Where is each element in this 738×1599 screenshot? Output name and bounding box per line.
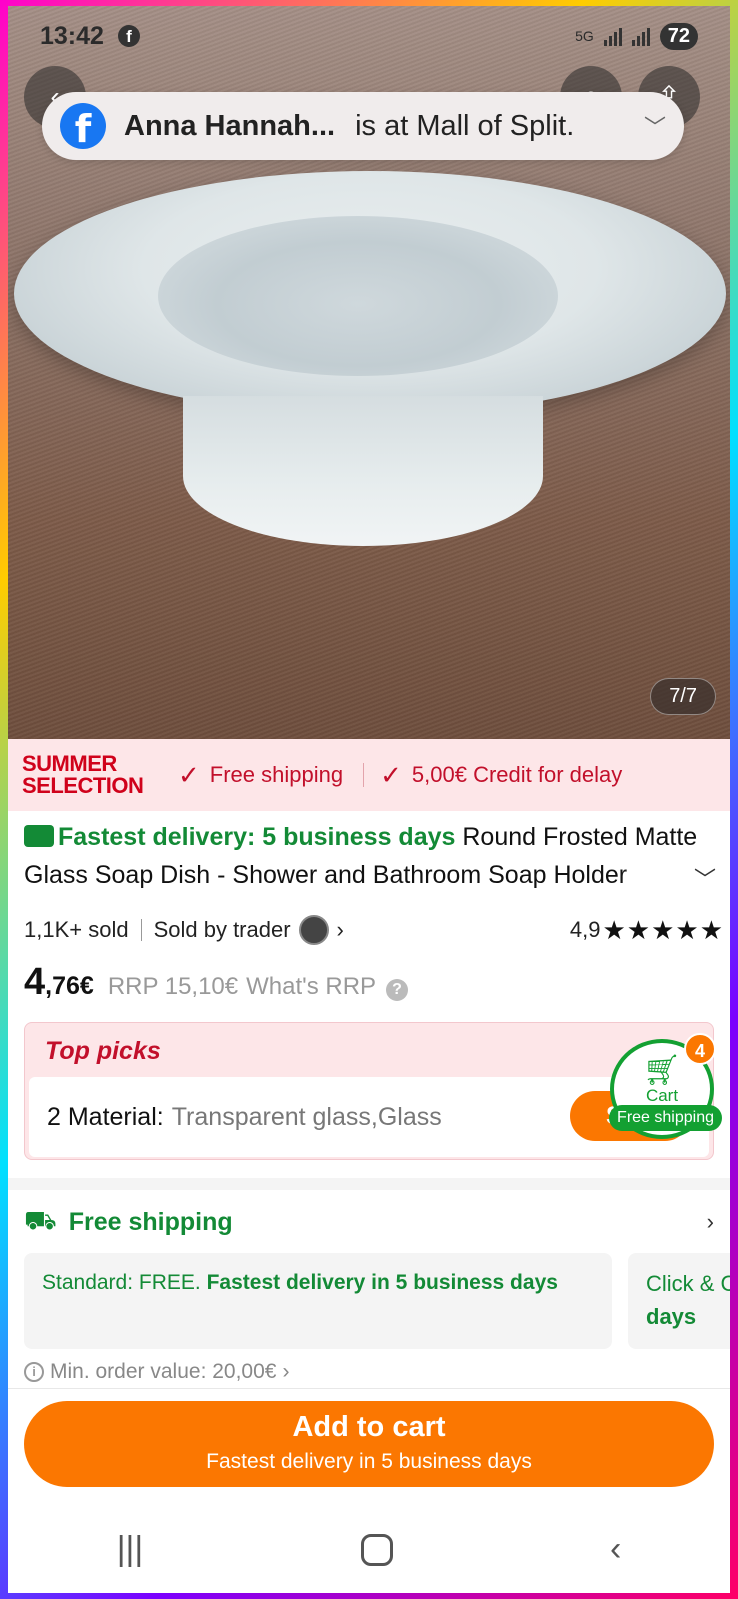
meta-separator <box>140 919 142 941</box>
min-order-row[interactable]: i Min. order value: 20,00€ › <box>24 1360 289 1384</box>
cart-count-badge: 4 <box>684 1033 716 1065</box>
image-counter: 7/7 <box>650 678 716 715</box>
standard-bold: Fastest delivery in 5 business days <box>206 1271 558 1294</box>
rrp-price: RRP 15,10€ <box>107 973 239 1000</box>
product-image-dish-bowl <box>158 216 558 376</box>
check-icon: ✓ <box>380 759 402 790</box>
system-navigation-bar: ||| ‹ <box>8 1506 730 1593</box>
price-row: 4 ,76€ RRP 15,10€ What's RRP ? <box>24 961 409 1004</box>
cart-free-shipping-pill: Free shipping <box>609 1105 722 1131</box>
add-to-cart-label: Add to cart <box>292 1411 446 1443</box>
signal-icon-2 <box>631 26 650 46</box>
summer-line2: SELECTION <box>22 773 144 798</box>
sold-count: 1,1K+ sold <box>24 917 129 942</box>
chevron-right-icon[interactable]: › <box>707 1209 714 1235</box>
facebook-notification[interactable]: f Anna Hannah... is at Mall of Split. ﹀ <box>42 92 684 160</box>
price-integer: 4 <box>24 961 46 1003</box>
promo-banner[interactable]: SUMMER SELECTION ✓ Free shipping ✓ 5,00€… <box>8 739 730 811</box>
free-shipping-chip: ✓ Free shipping <box>178 760 343 791</box>
chevron-right-icon: › <box>282 1360 290 1383</box>
add-to-cart-sublabel: Fastest delivery in 5 business days <box>206 1450 532 1473</box>
product-meta-row: 1,1K+ sold Sold by trader › 4,9 ★★★★★ <box>24 912 724 948</box>
product-title-block[interactable]: Fastest delivery: 5 business days Round … <box>24 818 724 894</box>
rating-value: 4,9 <box>569 917 601 942</box>
check-icon: ✓ <box>178 759 200 790</box>
add-to-cart-button[interactable]: Add to cart Fastest delivery in 5 busine… <box>24 1401 714 1487</box>
notification-name: Anna Hannah... <box>124 109 336 142</box>
facebook-status-icon: f <box>117 25 140 47</box>
star-icons: ★★★★★ <box>602 914 724 945</box>
notification-text: is at Mall of Split. <box>355 109 575 142</box>
click-collect-card[interactable]: Click & C days <box>628 1253 730 1349</box>
home-icon[interactable] <box>360 1533 393 1566</box>
truck-icon: ⛟ <box>24 1204 57 1235</box>
top-picks-title: Top picks <box>45 1037 161 1065</box>
back-nav-icon[interactable]: ‹ <box>610 1530 621 1569</box>
banner-separator <box>363 763 365 787</box>
sold-by[interactable]: Sold by trader <box>154 917 291 943</box>
help-icon[interactable]: ? <box>386 979 409 1001</box>
signal-icon <box>603 26 622 46</box>
free-shipping-text: Free shipping <box>209 762 344 787</box>
battery-level: 72 <box>659 22 698 50</box>
material-value: Transparent glass,Glass <box>171 1102 442 1131</box>
status-bar: 13:42 f 5G 72 <box>8 6 730 66</box>
price-decimal: ,76€ <box>45 972 94 1000</box>
info-icon: i <box>24 1362 44 1382</box>
title-fade <box>620 856 690 894</box>
rating[interactable]: 4,9 ★★★★★ <box>570 915 724 946</box>
shipping-header[interactable]: ⛟ Free shipping › <box>24 1202 714 1242</box>
credit-text: 5,00€ Credit for delay <box>411 762 623 787</box>
product-image-gallery[interactable]: 13:42 f 5G 72 ‹ ○ ⇪ f Anna Hannah... is … <box>8 6 730 739</box>
status-indicators: 5G 72 <box>575 22 698 50</box>
truck-icon <box>24 825 54 847</box>
network-type: 5G <box>575 28 594 44</box>
whats-rrp-link[interactable]: What's RRP <box>246 973 376 1001</box>
expand-chevron-icon[interactable]: ﹀ <box>694 862 716 894</box>
cart-label: Cart <box>645 1086 679 1105</box>
chevron-down-icon[interactable]: ﹀ <box>644 110 666 142</box>
section-divider <box>8 1178 730 1190</box>
chevron-right-icon[interactable]: › <box>337 917 344 943</box>
standard-shipping-card[interactable]: Standard: FREE. Fastest delivery in 5 bu… <box>24 1253 612 1349</box>
credit-chip: ✓ 5,00€ Credit for delay <box>380 760 622 791</box>
fastest-delivery: Fastest delivery: 5 business days <box>24 823 455 851</box>
summer-line1: SUMMER <box>22 751 117 776</box>
bottom-separator <box>8 1388 730 1389</box>
material-label: 2 Material: <box>47 1102 164 1131</box>
click-collect-days: days <box>646 1304 697 1329</box>
fastest-delivery-text: Fastest delivery: 5 business days <box>58 823 456 851</box>
click-collect-title: Click & C <box>646 1271 730 1296</box>
recent-apps-icon[interactable]: ||| <box>117 1530 144 1569</box>
min-order-text: Min. order value: 20,00€ <box>50 1360 277 1383</box>
product-image-dish-base <box>183 396 543 546</box>
facebook-icon: f <box>60 103 106 151</box>
standard-prefix: Standard: FREE. <box>42 1271 201 1294</box>
shipping-header-label: Free shipping <box>68 1207 233 1236</box>
status-time: 13:42 <box>40 21 104 50</box>
app-screen: 13:42 f 5G 72 ‹ ○ ⇪ f Anna Hannah... is … <box>8 6 730 1593</box>
trader-avatar[interactable] <box>298 915 329 945</box>
summer-selection-logo: SUMMER SELECTION <box>22 753 162 797</box>
